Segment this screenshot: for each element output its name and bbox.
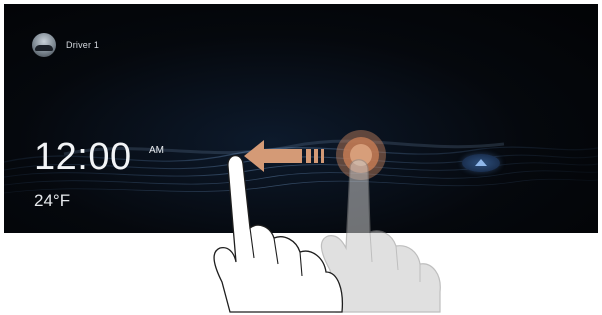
page: Driver 1 12:00 AM 24°F xyxy=(0,0,602,315)
gesture-illustration xyxy=(213,130,441,313)
swipe-left-arrow-icon xyxy=(244,140,324,172)
hand-pointer-icon xyxy=(213,154,344,313)
